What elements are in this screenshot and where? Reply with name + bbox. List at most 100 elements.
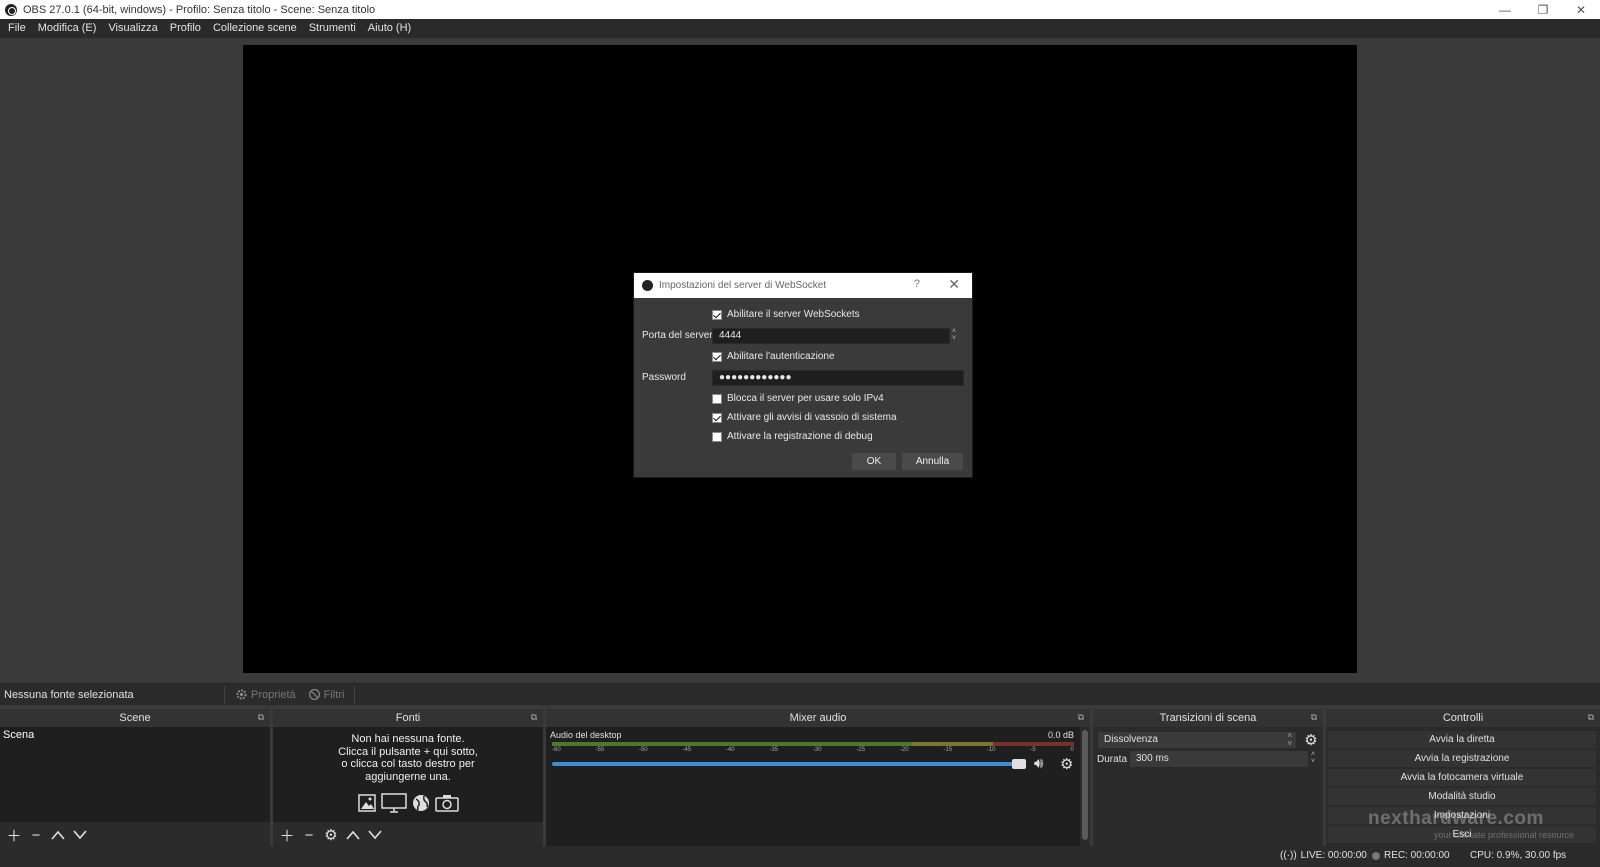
selected-source-label: Nessuna fonte selezionata [4, 688, 134, 701]
empty-line: o clicca col tasto destro per [341, 758, 475, 770]
meter-yellow [912, 742, 993, 746]
filters-button[interactable]: Filtri [302, 688, 351, 701]
menu-tools[interactable]: Strumenti [303, 19, 362, 38]
enable-auth-checkbox[interactable] [712, 351, 722, 362]
properties-button[interactable]: Proprietà [229, 688, 302, 701]
select-arrows-icon: ˄ ˅ [1287, 731, 1292, 748]
undock-icon[interactable]: ⧉ [258, 712, 264, 723]
enable-server-label: Abilitare il server WebSockets [727, 309, 860, 320]
scene-list[interactable]: Scena [0, 727, 270, 822]
sources-dock-body: Non hai nessuna fonte. Clicca il pulsant… [273, 727, 543, 846]
move-up-icon[interactable] [345, 827, 361, 843]
properties-label: Proprietà [251, 688, 296, 701]
dialog-title-bar: Impostazioni del server di WebSocket ? ✕ [634, 273, 972, 298]
move-down-icon[interactable] [72, 827, 88, 843]
sources-dock-title: Fonti [395, 712, 421, 724]
volume-slider-handle[interactable] [1012, 759, 1026, 769]
undock-icon[interactable]: ⧉ [1311, 712, 1317, 723]
menu-view[interactable]: Visualizza [102, 19, 163, 38]
volume-slider[interactable] [552, 759, 1026, 769]
port-spinner[interactable]: ˄ ˅ [952, 328, 956, 342]
scene-item[interactable]: Scena [0, 727, 270, 743]
password-input[interactable]: ●●●●●●●●●●●● [712, 370, 964, 386]
controls-dock-title: Controlli [1442, 712, 1484, 724]
meter-tick-label: -50 [638, 747, 648, 753]
debug-checkbox[interactable] [712, 431, 722, 442]
volume-meter [552, 742, 1074, 746]
duration-value: 300 ms [1136, 753, 1169, 764]
enable-server-checkbox[interactable] [712, 309, 722, 320]
studio-mode-button[interactable]: Modalità studio [1328, 788, 1596, 805]
ipv4-checkbox-row[interactable]: Blocca il server per usare solo IPv4 [712, 393, 884, 404]
scenes-dock-header: Scene ⧉ [0, 709, 270, 727]
ipv4-checkbox[interactable] [712, 393, 722, 404]
menu-file[interactable]: File [2, 19, 32, 38]
help-button[interactable]: ? [914, 278, 920, 290]
toolbar-divider [224, 685, 225, 704]
scenes-dock-title: Scene [119, 712, 151, 724]
undock-icon[interactable]: ⧉ [531, 712, 537, 723]
scenes-dock: Scene ⧉ Scena ＋ − [0, 709, 270, 846]
tray-alerts-label: Attivare gli avvisi di vassoio di sistem… [727, 412, 897, 423]
duration-input[interactable]: 300 ms [1129, 750, 1309, 768]
transition-select-value: Dissolvenza [1104, 734, 1158, 745]
remove-scene-icon[interactable]: − [28, 827, 44, 844]
record-dot-icon [1372, 851, 1380, 860]
menu-edit[interactable]: Modifica (E) [32, 19, 103, 38]
duration-spinner[interactable]: ˄ ˅ [1311, 751, 1315, 765]
add-source-icon[interactable]: ＋ [279, 827, 295, 845]
tray-alerts-checkbox[interactable] [712, 412, 722, 423]
obs-logo-icon [642, 280, 653, 291]
debug-label: Attivare la registrazione di debug [727, 431, 873, 442]
enable-server-checkbox-row[interactable]: Abilitare il server WebSockets [712, 309, 860, 320]
scenes-dock-body: Scena ＋ − [0, 727, 270, 846]
scrollbar-thumb[interactable] [1082, 730, 1088, 840]
rec-time: REC: 00:00:00 [1384, 850, 1450, 861]
sources-empty-state[interactable]: Non hai nessuna fonte. Clicca il pulsant… [273, 727, 543, 822]
menu-scene-collection[interactable]: Collezione scene [207, 19, 303, 38]
debug-checkbox-row[interactable]: Attivare la registrazione di debug [712, 431, 873, 442]
speaker-icon[interactable]: 🔊︎ [1034, 755, 1043, 772]
meter-tick-label: -55 [595, 747, 605, 753]
sources-dock-header: Fonti ⧉ [273, 709, 543, 727]
tray-alerts-checkbox-row[interactable]: Attivare gli avvisi di vassoio di sistem… [712, 412, 897, 423]
meter-tick-label: -15 [943, 747, 953, 753]
undock-icon[interactable]: ⧉ [1078, 712, 1084, 723]
start-virtual-camera-button[interactable]: Avvia la fotocamera virtuale [1328, 769, 1596, 786]
watermark: nexthardware.com your ultimate professio… [1368, 808, 1574, 840]
watermark-brand: nexthardware.com [1368, 808, 1544, 829]
move-down-icon[interactable] [367, 827, 383, 843]
empty-line: Non hai nessuna fonte. [351, 733, 465, 745]
start-streaming-button[interactable]: Avvia la diretta [1328, 731, 1596, 748]
port-input[interactable]: 4444 [712, 328, 950, 344]
dialog-close-button[interactable]: ✕ [948, 276, 960, 293]
meter-tick-label: -30 [812, 747, 822, 753]
source-gear-icon[interactable]: ⚙ [323, 827, 339, 844]
close-button[interactable]: ✕ [1562, 0, 1600, 19]
undock-icon[interactable]: ⧉ [1588, 712, 1594, 723]
minimize-button[interactable]: — [1486, 0, 1524, 19]
restore-button[interactable]: ❐ [1524, 0, 1562, 19]
enable-auth-checkbox-row[interactable]: Abilitare l'autenticazione [712, 351, 835, 362]
menu-profile[interactable]: Profilo [164, 19, 207, 38]
move-up-icon[interactable] [50, 827, 66, 843]
cancel-button[interactable]: Annulla [902, 453, 963, 470]
live-time: LIVE: 00:00:00 [1300, 850, 1367, 861]
menu-help[interactable]: Aiuto (H) [362, 19, 417, 38]
status-bar: ((·)) LIVE: 00:00:00 REC: 00:00:00 CPU: … [0, 846, 1600, 867]
controls-dock-header: Controlli ⧉ [1326, 709, 1600, 727]
password-label: Password [642, 372, 686, 383]
transition-gear-icon[interactable]: ⚙ [1303, 732, 1319, 749]
remove-source-icon[interactable]: − [301, 827, 317, 844]
mixer-scrollbar[interactable] [1080, 727, 1090, 846]
add-scene-icon[interactable]: ＋ [6, 827, 22, 845]
toolbar-divider [354, 685, 356, 704]
ok-button[interactable]: OK [852, 453, 896, 470]
transition-select[interactable]: Dissolvenza ˄ ˅ [1097, 731, 1297, 749]
track-db: 0.0 dB [1047, 730, 1074, 740]
window-title: OBS 27.0.1 (64-bit, windows) - Profilo: … [23, 3, 376, 16]
image-icon [358, 794, 376, 812]
sources-dock: Fonti ⧉ Non hai nessuna fonte. Clicca il… [273, 709, 543, 846]
start-recording-button[interactable]: Avvia la registrazione [1328, 750, 1596, 767]
gear-icon[interactable]: ⚙ [1060, 755, 1073, 773]
